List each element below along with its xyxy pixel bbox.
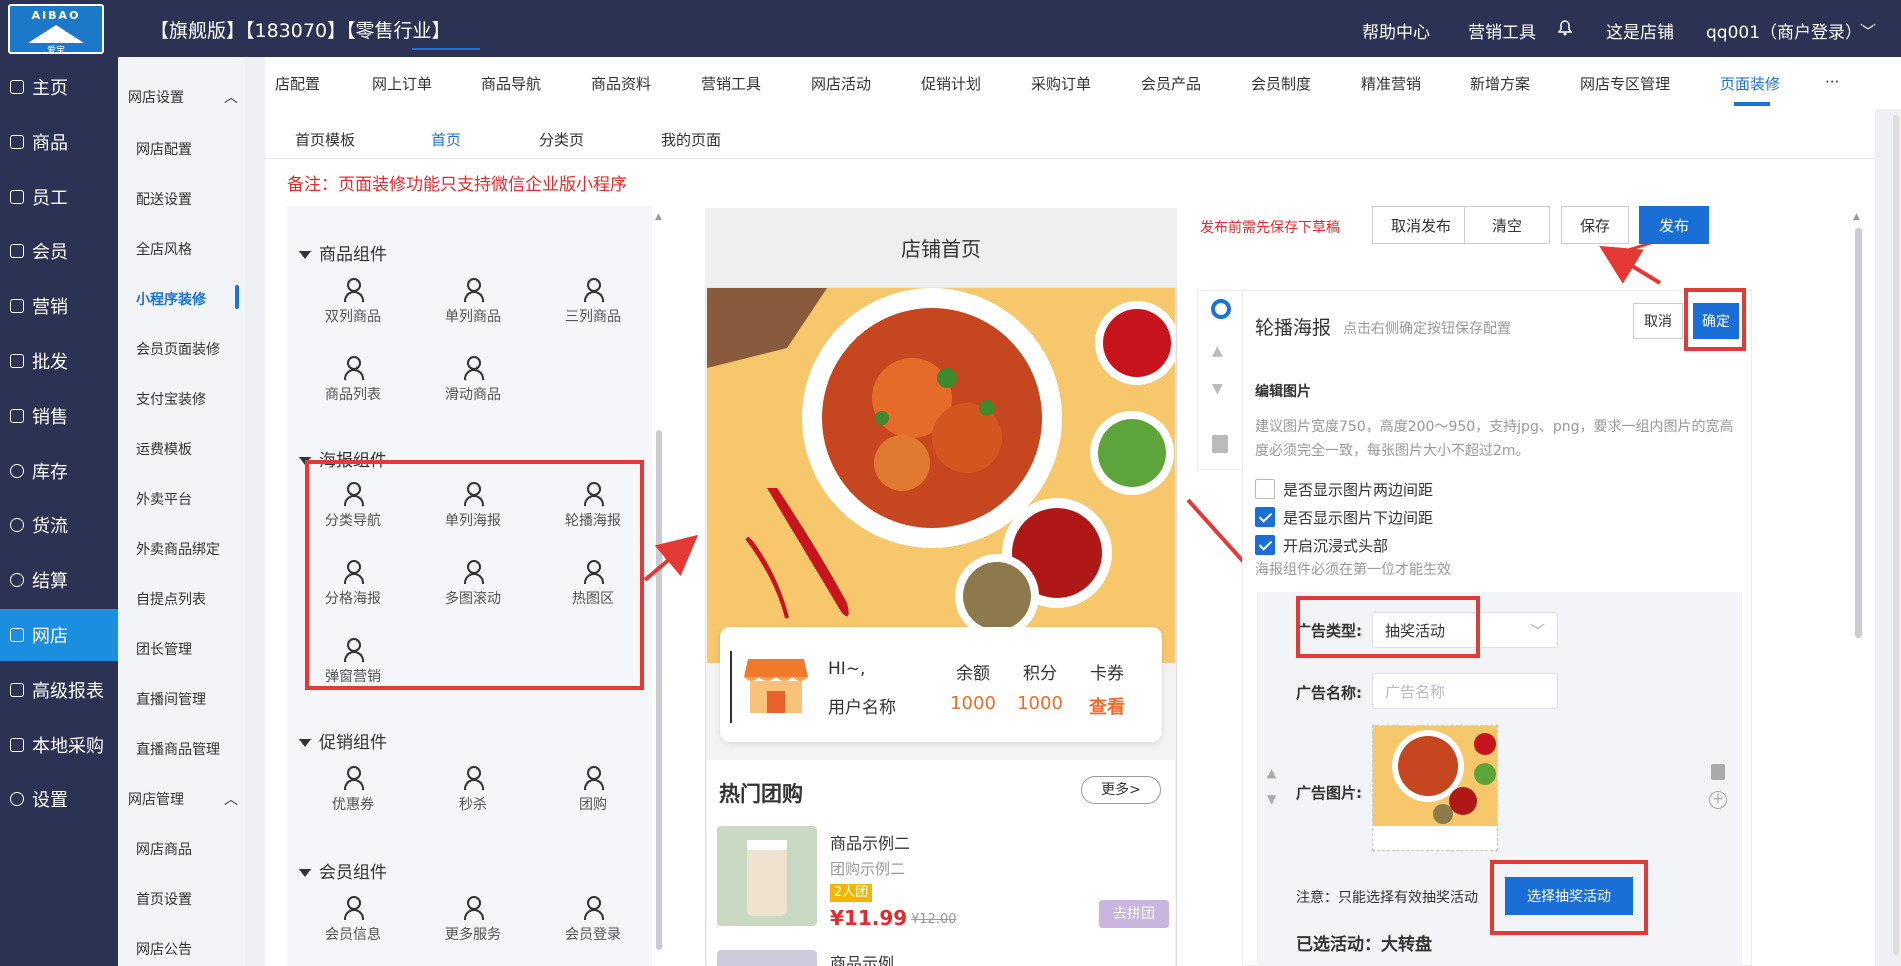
ad-name-input[interactable]: 广告名称 bbox=[1372, 673, 1558, 709]
checkbox-bottom-margin[interactable] bbox=[1255, 507, 1275, 527]
more-button[interactable]: 更多> bbox=[1081, 776, 1161, 804]
coupon-label: 卡券 bbox=[1090, 664, 1124, 684]
ad-image-label: 广告图片: bbox=[1296, 784, 1362, 802]
image-tip: 建议图片宽度750，高度200～950，支持jpg、png，要求一组内图片的宽高… bbox=[1255, 419, 1734, 459]
checkbox-label: 是否显示图片下边间距 bbox=[1283, 509, 1434, 527]
add-circle-icon[interactable]: + bbox=[1709, 791, 1727, 809]
cancel-button[interactable]: 取消 bbox=[1633, 303, 1683, 339]
product-image bbox=[717, 826, 817, 926]
checkbox-side-margin[interactable] bbox=[1255, 479, 1275, 499]
coupon-view-link[interactable]: 查看 bbox=[1082, 693, 1132, 719]
username: 用户名称 bbox=[828, 698, 896, 718]
arrow bbox=[643, 534, 699, 582]
ad-thumbnail bbox=[1373, 726, 1497, 826]
product-name[interactable]: 商品示例二 bbox=[830, 830, 910, 854]
product-name[interactable]: 商品示例 bbox=[830, 950, 894, 966]
highlight-select-button bbox=[1490, 860, 1648, 935]
member-card: HI~, 用户名称 余额 1000 积分 1000 卡券 查看 bbox=[720, 627, 1162, 742]
trash-icon[interactable] bbox=[1212, 435, 1228, 453]
publish-button[interactable]: 发布 bbox=[1639, 206, 1709, 244]
arrow bbox=[1599, 245, 1662, 285]
checkbox-immersive-header[interactable] bbox=[1255, 535, 1275, 555]
scroll-up-icon[interactable]: ▲ bbox=[1853, 212, 1860, 222]
unpublish-button[interactable]: 取消发布 bbox=[1372, 206, 1470, 244]
product-image bbox=[717, 950, 817, 966]
clear-button[interactable]: 清空 bbox=[1464, 206, 1550, 244]
group-badge: 2人团 bbox=[830, 884, 873, 902]
greeting: HI~, bbox=[828, 659, 866, 679]
chevron-down-icon: ﹀ bbox=[1529, 621, 1545, 640]
move-up-icon[interactable]: ▲ bbox=[1212, 343, 1223, 359]
move-down-icon[interactable]: ▼ bbox=[1212, 381, 1223, 397]
editor-title: 轮播海报 bbox=[1255, 317, 1332, 339]
product-price: ¥11.99 bbox=[830, 906, 908, 930]
checkbox-label: 是否显示图片两边间距 bbox=[1283, 481, 1434, 499]
section-title: 编辑图片 bbox=[1255, 384, 1311, 400]
publish-hint: 发布前需先保存下草稿 bbox=[1200, 220, 1340, 236]
move-up-icon[interactable]: ▲ bbox=[1267, 766, 1276, 780]
highlight-ad-type bbox=[1296, 596, 1480, 658]
gear-icon[interactable] bbox=[1211, 299, 1231, 319]
product-subtitle: 团购示例二 bbox=[830, 860, 906, 878]
carousel-banner[interactable] bbox=[707, 288, 1175, 663]
noodle-dish-image bbox=[707, 288, 1175, 663]
store-icon bbox=[742, 655, 810, 715]
checkbox-label: 开启沉浸式头部 bbox=[1283, 537, 1389, 555]
component-tools: ▲ ▼ bbox=[1197, 290, 1243, 470]
highlight-confirm bbox=[1684, 288, 1746, 351]
card-divider bbox=[730, 651, 732, 723]
trash-icon[interactable] bbox=[1711, 764, 1725, 780]
save-button[interactable]: 保存 bbox=[1561, 206, 1629, 244]
page-scrollbar[interactable] bbox=[1893, 115, 1899, 955]
move-down-icon[interactable]: ▼ bbox=[1267, 792, 1276, 806]
activity-note: 注意：只能选择有效抽奖活动 bbox=[1296, 890, 1478, 906]
points-label: 积分 bbox=[1023, 664, 1057, 684]
editor-scrollbar[interactable] bbox=[1855, 228, 1862, 638]
product-old-price: ¥12.00 bbox=[911, 912, 957, 927]
balance-value: 1000 bbox=[950, 693, 996, 714]
balance-label: 余额 bbox=[956, 664, 990, 684]
selected-activity: 已选活动：大转盘 bbox=[1296, 935, 1432, 955]
points-value: 1000 bbox=[1017, 693, 1063, 714]
hot-group-buy: 热门团购 更多> 商品示例二 团购示例二 2人团 ¥11.99 ¥12.00 去… bbox=[707, 760, 1175, 966]
hot-title: 热门团购 bbox=[719, 782, 803, 806]
immersive-note: 海报组件必须在第一位才能生效 bbox=[1255, 562, 1451, 578]
editor-subtitle: 点击右侧确定按钮保存配置 bbox=[1343, 321, 1511, 337]
ad-name-label: 广告名称: bbox=[1296, 684, 1362, 702]
phone-title: 店铺首页 bbox=[705, 208, 1177, 288]
ad-image-upload[interactable] bbox=[1372, 725, 1498, 851]
join-group-button[interactable]: 去拼团 bbox=[1099, 900, 1169, 928]
